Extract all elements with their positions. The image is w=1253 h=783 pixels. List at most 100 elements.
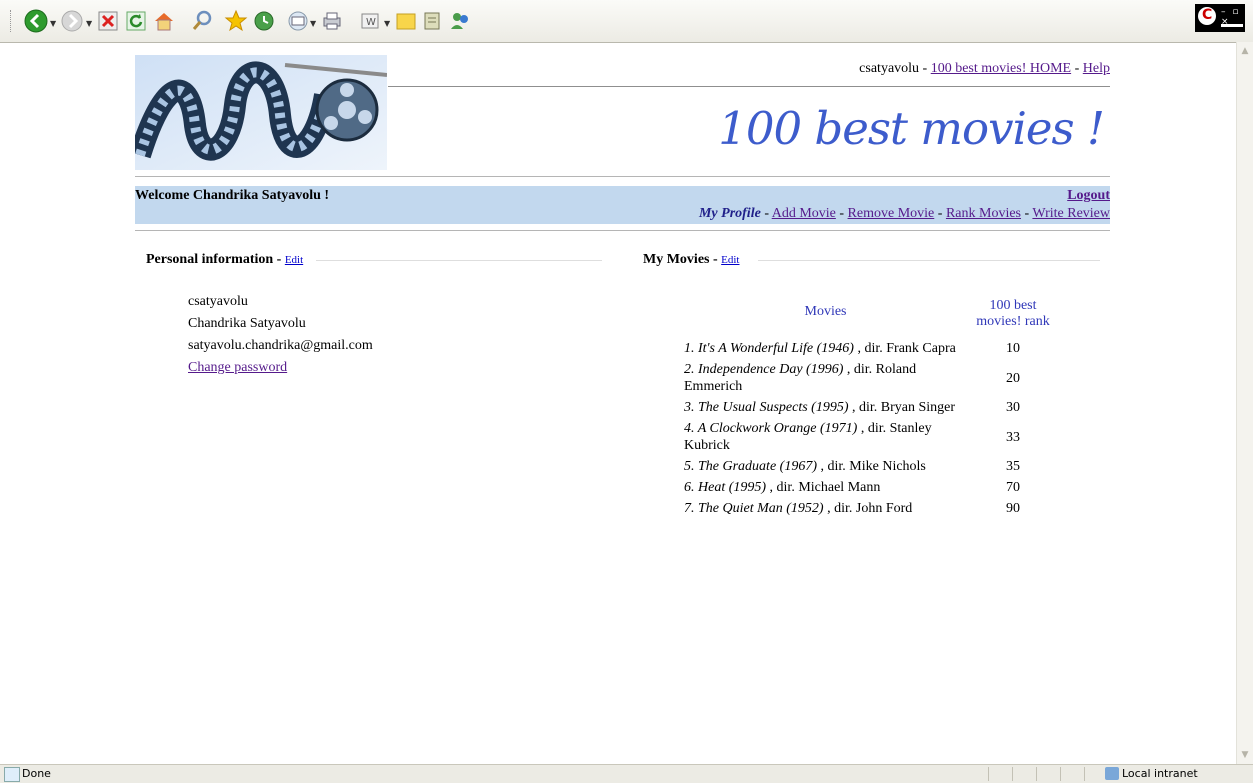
vertical-scrollbar[interactable]: ▲ ▼ — [1236, 42, 1253, 764]
movie-director: , dir. Michael Mann — [766, 480, 881, 495]
scroll-up-icon[interactable]: ▲ — [1238, 44, 1252, 58]
movie-cell: 7. The Quiet Man (1952) , dir. John Ford — [673, 500, 967, 521]
movie-title: 6. Heat (1995) — [684, 480, 767, 495]
movie-cell: 1. It's A Wonderful Life (1946) , dir. F… — [673, 340, 967, 361]
favorites-icon[interactable] — [224, 9, 248, 33]
profile-username: csatyavolu — [188, 294, 248, 309]
movie-title: 7. The Quiet Man (1952) — [684, 501, 824, 516]
stop-icon[interactable] — [96, 9, 120, 33]
movie-director: , dir. John Ford — [823, 501, 913, 516]
my-movies-title: My Movies — [643, 252, 710, 267]
column-header-movies: Movies — [804, 304, 847, 319]
logout-link[interactable]: Logout — [1067, 188, 1110, 204]
mail-icon[interactable] — [286, 9, 310, 33]
table-row: 3. The Usual Suspects (1995) , dir. Brya… — [673, 399, 1059, 420]
forward-dropdown-icon[interactable]: ▼ — [86, 19, 92, 28]
movie-rank: 90 — [1006, 501, 1020, 516]
personal-info: csatyavolu Chandrika Satyavolu satyavolu… — [188, 291, 373, 379]
menu-item-rank-movies[interactable]: Rank Movies — [946, 206, 1021, 221]
movie-title: 3. The Usual Suspects (1995) — [684, 400, 849, 415]
back-dropdown-icon[interactable]: ▼ — [50, 19, 56, 28]
status-divider — [1036, 767, 1037, 781]
username-label: csatyavolu — [859, 61, 920, 76]
status-text: Done — [22, 767, 51, 780]
edit-icon[interactable] — [420, 9, 444, 33]
movie-cell: 4. A Clockwork Orange (1971) , dir. Stan… — [673, 420, 967, 458]
status-divider — [988, 767, 989, 781]
my-movies-edit-link[interactable]: Edit — [721, 254, 739, 266]
messenger-icon[interactable] — [448, 9, 472, 33]
header-rule — [388, 86, 1110, 87]
mail-dropdown-icon[interactable]: ▼ — [310, 19, 316, 28]
status-divider — [1084, 767, 1085, 781]
film-reel-banner — [135, 55, 387, 170]
movie-rank: 70 — [1006, 480, 1020, 495]
change-password-link[interactable]: Change password — [188, 360, 287, 375]
svg-text:W: W — [366, 17, 376, 28]
table-row: 2. Independence Day (1996) , dir. Roland… — [673, 361, 1059, 399]
welcome-bar: Welcome Chandrika Satyavolu ! Logout My … — [135, 186, 1110, 224]
movie-cell: 3. The Usual Suspects (1995) , dir. Brya… — [673, 399, 967, 420]
page-status-icon — [4, 767, 20, 782]
window-controls: – ▫ × — [1195, 4, 1245, 32]
page-content: csatyavolu - 100 best movies! HOME - Hel… — [0, 42, 1237, 764]
movie-director: , dir. Mike Nichols — [817, 459, 926, 474]
movie-rank: 30 — [1006, 400, 1020, 415]
site-title: 100 best movies ! — [718, 102, 1105, 155]
table-header-row: Movies 100 best movies! rank — [673, 298, 1059, 340]
history-icon[interactable] — [252, 9, 276, 33]
movie-title: 2. Independence Day (1996) — [684, 362, 844, 377]
app-logo-icon — [1198, 7, 1216, 25]
search-icon[interactable] — [190, 9, 214, 33]
back-icon[interactable] — [24, 9, 48, 33]
forward-icon[interactable] — [60, 9, 84, 33]
movie-director: , dir. Frank Capra — [853, 341, 956, 356]
browser-toolbar: ▼ ▼ ▼ W ▼ – ▫ × — [0, 0, 1253, 43]
movie-rank: 20 — [1006, 370, 1020, 386]
menu-item-write-review[interactable]: Write Review — [1032, 206, 1110, 221]
home-icon[interactable] — [152, 9, 176, 33]
table-row: 7. The Quiet Man (1952) , dir. John Ford… — [673, 500, 1059, 521]
nav-separator: - — [919, 61, 931, 76]
status-bar: Done Local intranet — [0, 764, 1253, 783]
table-row: 6. Heat (1995) , dir. Michael Mann 70 — [673, 479, 1059, 500]
personal-info-edit-link[interactable]: Edit — [285, 254, 303, 266]
status-divider — [1060, 767, 1061, 781]
menu-item-my-profile: My Profile — [698, 206, 761, 221]
home-link[interactable]: 100 best movies! HOME — [931, 61, 1071, 76]
movie-title: 5. The Graduate (1967) — [684, 459, 817, 474]
banner-bottom-rule — [135, 176, 1110, 177]
personal-info-heading: Personal information - Edit — [146, 252, 304, 267]
my-movies-heading: My Movies - Edit — [643, 252, 740, 267]
scroll-down-icon[interactable]: ▼ — [1238, 748, 1252, 762]
movie-title: 4. A Clockwork Orange (1971) — [684, 421, 858, 436]
table-row: 1. It's A Wonderful Life (1946) , dir. F… — [673, 340, 1059, 361]
movie-cell: 5. The Graduate (1967) , dir. Mike Nicho… — [673, 458, 967, 479]
folder-icon[interactable] — [394, 9, 418, 33]
movie-rank: 35 — [1006, 459, 1020, 474]
status-divider — [1012, 767, 1013, 781]
welcome-bottom-rule — [135, 230, 1110, 231]
security-zone-label: Local intranet — [1122, 767, 1198, 780]
column-header-rank: 100 best movies! rank — [976, 298, 1050, 329]
personal-info-title: Personal information — [146, 252, 274, 267]
toolbar-grip[interactable] — [10, 10, 13, 32]
refresh-icon[interactable] — [124, 9, 148, 33]
menu-item-add-movie[interactable]: Add Movie — [772, 206, 836, 221]
movie-title: 1. It's A Wonderful Life (1946) — [684, 341, 854, 356]
welcome-text: Welcome Chandrika Satyavolu ! — [135, 188, 330, 203]
menu-item-remove-movie[interactable]: Remove Movie — [848, 206, 935, 221]
help-link[interactable]: Help — [1083, 61, 1110, 76]
movie-director: , dir. Bryan Singer — [848, 400, 956, 415]
word-icon[interactable]: W — [358, 9, 382, 33]
print-icon[interactable] — [320, 9, 344, 33]
movie-rank: 33 — [1006, 429, 1020, 445]
window-bar — [1221, 24, 1243, 27]
my-movies-rule — [758, 260, 1100, 261]
word-dropdown-icon[interactable]: ▼ — [384, 19, 390, 28]
profile-fullname: Chandrika Satyavolu — [188, 316, 306, 331]
table-row: 5. The Graduate (1967) , dir. Mike Nicho… — [673, 458, 1059, 479]
movie-rank: 10 — [1006, 341, 1020, 356]
table-row: 4. A Clockwork Orange (1971) , dir. Stan… — [673, 420, 1059, 458]
profile-email: satyavolu.chandrika@gmail.com — [188, 338, 373, 353]
